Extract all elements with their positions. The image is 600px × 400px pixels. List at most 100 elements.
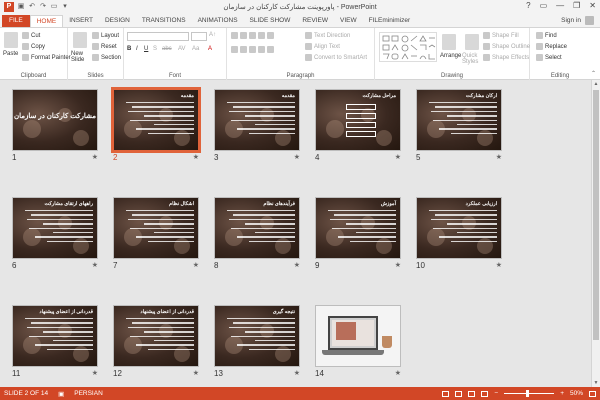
strikethrough-button[interactable]: abc bbox=[162, 46, 172, 52]
slide-thumbnail-item[interactable]: قدردانی از اعضای پیشنهاد 11 ★ bbox=[12, 305, 98, 378]
tab-insert[interactable]: INSERT bbox=[63, 15, 99, 27]
transition-star-icon[interactable]: ★ bbox=[294, 261, 300, 269]
tab-review[interactable]: REVIEW bbox=[296, 15, 334, 27]
section-button[interactable]: Section bbox=[92, 54, 121, 61]
arrange-button[interactable]: Arrange bbox=[440, 53, 461, 59]
slide-thumbnail[interactable]: نتیجه گیری bbox=[214, 305, 300, 367]
slide-thumbnail-item[interactable]: مقدمه 3 ★ bbox=[214, 89, 300, 162]
transition-star-icon[interactable]: ★ bbox=[395, 153, 401, 161]
slide-thumbnail[interactable]: مشارکت کارکنان در سازمان bbox=[12, 89, 98, 151]
align-buttons[interactable] bbox=[231, 46, 274, 53]
collapse-ribbon-icon[interactable]: ⌃ bbox=[591, 70, 596, 77]
shapes-gallery[interactable] bbox=[379, 32, 437, 62]
fit-to-window-icon[interactable] bbox=[589, 390, 596, 397]
slide-thumbnail-item[interactable]: قدردانی از اعضای پیشنهاد 12 ★ bbox=[113, 305, 199, 378]
scroll-up-icon[interactable]: ▲ bbox=[593, 81, 599, 87]
align-text-button[interactable]: Align Text bbox=[305, 43, 340, 50]
tab-design[interactable]: DESIGN bbox=[99, 15, 136, 27]
normal-view-icon[interactable] bbox=[442, 390, 450, 397]
slide-thumbnail[interactable]: آموزش bbox=[315, 197, 401, 259]
copy-button[interactable]: Copy bbox=[22, 43, 45, 50]
font-size-select[interactable] bbox=[191, 32, 207, 41]
zoom-in-icon[interactable]: + bbox=[560, 390, 564, 397]
quick-styles-icon[interactable] bbox=[465, 34, 479, 50]
layout-button[interactable]: Layout bbox=[92, 32, 119, 39]
shape-fill-button[interactable]: Shape Fill bbox=[483, 32, 519, 39]
slide-thumbnail-item[interactable]: راههای ارتقای مشارکت 6 ★ bbox=[12, 197, 98, 270]
transition-star-icon[interactable]: ★ bbox=[496, 261, 502, 269]
font-color-button[interactable]: A bbox=[208, 46, 212, 52]
convert-smartart-button[interactable]: Convert to SmartArt bbox=[305, 54, 367, 61]
zoom-level[interactable]: 50% bbox=[570, 390, 583, 397]
slide-thumbnail[interactable]: قدردانی از اعضای پیشنهاد bbox=[113, 305, 199, 367]
transition-star-icon[interactable]: ★ bbox=[92, 153, 98, 161]
underline-button[interactable]: U bbox=[144, 46, 148, 52]
slide-thumbnail-item[interactable]: نتیجه گیری 13 ★ bbox=[214, 305, 300, 378]
slide-thumbnail-item[interactable]: مقدمه 2 ★ bbox=[111, 87, 201, 162]
scroll-thumb[interactable] bbox=[593, 90, 599, 340]
slide-thumbnail[interactable]: ارکان مشارکت bbox=[416, 89, 502, 151]
replace-button[interactable]: Replace bbox=[536, 43, 567, 50]
transition-star-icon[interactable]: ★ bbox=[193, 153, 199, 161]
sign-in-link[interactable]: Sign in bbox=[561, 17, 581, 24]
close-button[interactable]: ✕ bbox=[589, 1, 596, 10]
vertical-scrollbar[interactable]: ▲ ▼ bbox=[591, 80, 600, 387]
ribbon-display-icon[interactable]: ▭ bbox=[540, 1, 548, 10]
reset-button[interactable]: Reset bbox=[92, 43, 117, 50]
slide-thumbnail-item[interactable]: ارزیابی عملکرد 10 ★ bbox=[416, 197, 502, 270]
avatar[interactable] bbox=[585, 16, 594, 25]
find-button[interactable]: Find bbox=[536, 32, 557, 39]
quick-styles-button[interactable]: Quick Styles bbox=[462, 53, 482, 65]
transition-star-icon[interactable]: ★ bbox=[496, 153, 502, 161]
zoom-slider[interactable] bbox=[504, 390, 555, 397]
transition-star-icon[interactable]: ★ bbox=[294, 369, 300, 377]
slide-thumbnail-item[interactable]: 14 ★ bbox=[315, 305, 401, 378]
shape-outline-button[interactable]: Shape Outline bbox=[483, 43, 530, 50]
slide-thumbnail-item[interactable]: فرآیندهای نظام 8 ★ bbox=[214, 197, 300, 270]
transition-star-icon[interactable]: ★ bbox=[294, 153, 300, 161]
font-size-up-icon[interactable]: A↑ bbox=[209, 32, 216, 38]
slide-thumbnail[interactable] bbox=[315, 305, 401, 367]
tab-slide-show[interactable]: SLIDE SHOW bbox=[244, 15, 297, 27]
transition-star-icon[interactable]: ★ bbox=[193, 261, 199, 269]
slide-thumbnail-item[interactable]: آموزش 9 ★ bbox=[315, 197, 401, 270]
slideshow-view-icon[interactable] bbox=[481, 390, 489, 397]
slide-thumbnail[interactable]: قدردانی از اعضای پیشنهاد bbox=[12, 305, 98, 367]
new-slide-button[interactable]: New Slide bbox=[71, 51, 93, 63]
tab-transitions[interactable]: TRANSITIONS bbox=[136, 15, 192, 27]
transition-star-icon[interactable]: ★ bbox=[395, 261, 401, 269]
bullets-button[interactable] bbox=[231, 32, 274, 39]
slide-thumbnail[interactable]: فرآیندهای نظام bbox=[214, 197, 300, 259]
slide-thumbnail[interactable]: مقدمه bbox=[111, 87, 201, 153]
paste-icon[interactable] bbox=[4, 32, 18, 48]
bold-button[interactable]: B bbox=[127, 46, 131, 52]
slide-thumbnail-item[interactable]: اشکال نظام 7 ★ bbox=[113, 197, 199, 270]
new-slide-icon[interactable] bbox=[73, 32, 87, 48]
minimize-button[interactable]: — bbox=[556, 1, 564, 10]
slide-thumbnail-item[interactable]: ارکان مشارکت 5 ★ bbox=[416, 89, 502, 162]
cut-button[interactable]: Cut bbox=[22, 32, 40, 39]
tab-home[interactable]: HOME bbox=[29, 15, 64, 27]
italic-button[interactable]: I bbox=[136, 46, 138, 52]
shadow-button[interactable]: S bbox=[153, 46, 157, 52]
tab-animations[interactable]: ANIMATIONS bbox=[192, 15, 244, 27]
zoom-slider-knob[interactable] bbox=[526, 390, 530, 397]
slide-thumbnail[interactable]: مقدمه bbox=[214, 89, 300, 151]
tab-file[interactable]: FILE bbox=[2, 15, 30, 27]
slide-thumbnail[interactable]: ارزیابی عملکرد bbox=[416, 197, 502, 259]
font-name-select[interactable] bbox=[127, 32, 189, 41]
slide-thumbnail[interactable]: مراحل مشارکت bbox=[315, 89, 401, 151]
select-button[interactable]: Select bbox=[536, 54, 562, 61]
transition-star-icon[interactable]: ★ bbox=[395, 369, 401, 377]
slide-thumbnail-item[interactable]: مشارکت کارکنان در سازمان 1 ★ bbox=[12, 89, 98, 162]
shape-effects-button[interactable]: Shape Effects bbox=[483, 54, 529, 61]
slide-sorter-view-icon[interactable] bbox=[455, 390, 463, 397]
tab-view[interactable]: VIEW bbox=[334, 15, 363, 27]
help-button[interactable]: ? bbox=[526, 1, 530, 10]
transition-star-icon[interactable]: ★ bbox=[92, 261, 98, 269]
slide-thumbnail[interactable]: راههای ارتقای مشارکت bbox=[12, 197, 98, 259]
zoom-out-icon[interactable]: − bbox=[494, 390, 498, 397]
slide-thumbnail-item[interactable]: مراحل مشارکت 4 ★ bbox=[315, 89, 401, 162]
char-spacing-button[interactable]: AV bbox=[178, 46, 186, 52]
reading-view-icon[interactable] bbox=[468, 390, 476, 397]
